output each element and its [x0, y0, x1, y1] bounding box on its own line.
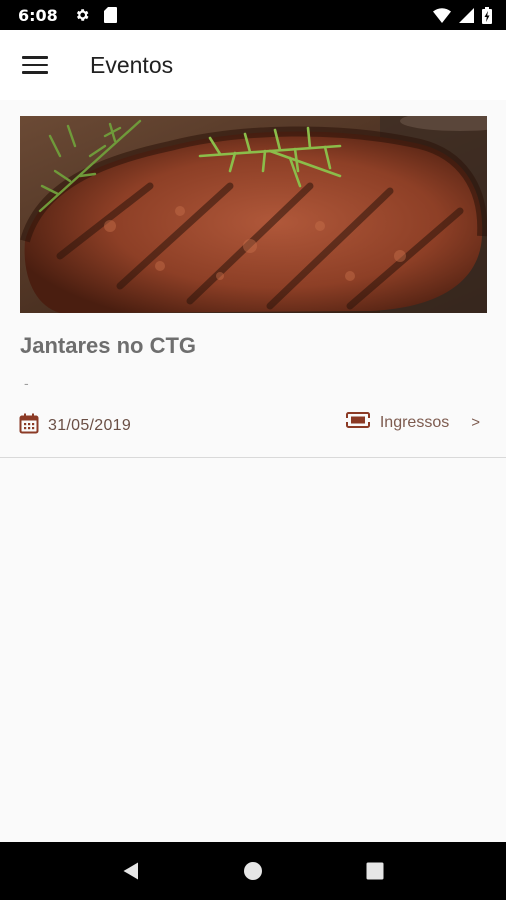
recents-button[interactable]	[345, 842, 405, 900]
event-date-row: 31/05/2019	[19, 413, 131, 439]
settings-icon	[74, 7, 90, 23]
navigation-bar	[0, 842, 506, 900]
status-bar: 6:08	[0, 0, 506, 30]
back-icon	[123, 862, 138, 880]
home-icon	[244, 862, 262, 880]
tickets-button[interactable]: Ingressos >	[345, 412, 480, 433]
recents-icon	[366, 862, 384, 880]
app-bar: Eventos	[0, 30, 506, 100]
event-description: -	[24, 375, 29, 391]
cell-signal-icon	[459, 7, 474, 23]
tickets-label: Ingressos	[379, 413, 450, 431]
menu-button[interactable]	[0, 30, 70, 100]
hamburger-menu-icon	[22, 51, 48, 79]
sd-card-icon	[103, 7, 117, 23]
status-right-icons	[433, 6, 492, 24]
wifi-icon	[433, 7, 451, 23]
event-title: Jantares no CTG	[20, 333, 197, 358]
ticket-icon	[345, 412, 370, 433]
back-button[interactable]	[101, 842, 161, 900]
home-button[interactable]	[223, 842, 283, 900]
page-title: Eventos	[90, 51, 174, 78]
event-date: 31/05/2019	[48, 417, 132, 434]
chevron-right-icon: >	[471, 414, 480, 431]
status-time: 6:08	[18, 5, 58, 25]
battery-icon	[482, 6, 492, 24]
calendar-icon	[19, 413, 39, 439]
status-left-icons	[74, 7, 117, 23]
event-image[interactable]	[20, 116, 487, 313]
event-card[interactable]: Jantares no CTG - 31/05/2019 Ingressos >	[0, 100, 506, 458]
